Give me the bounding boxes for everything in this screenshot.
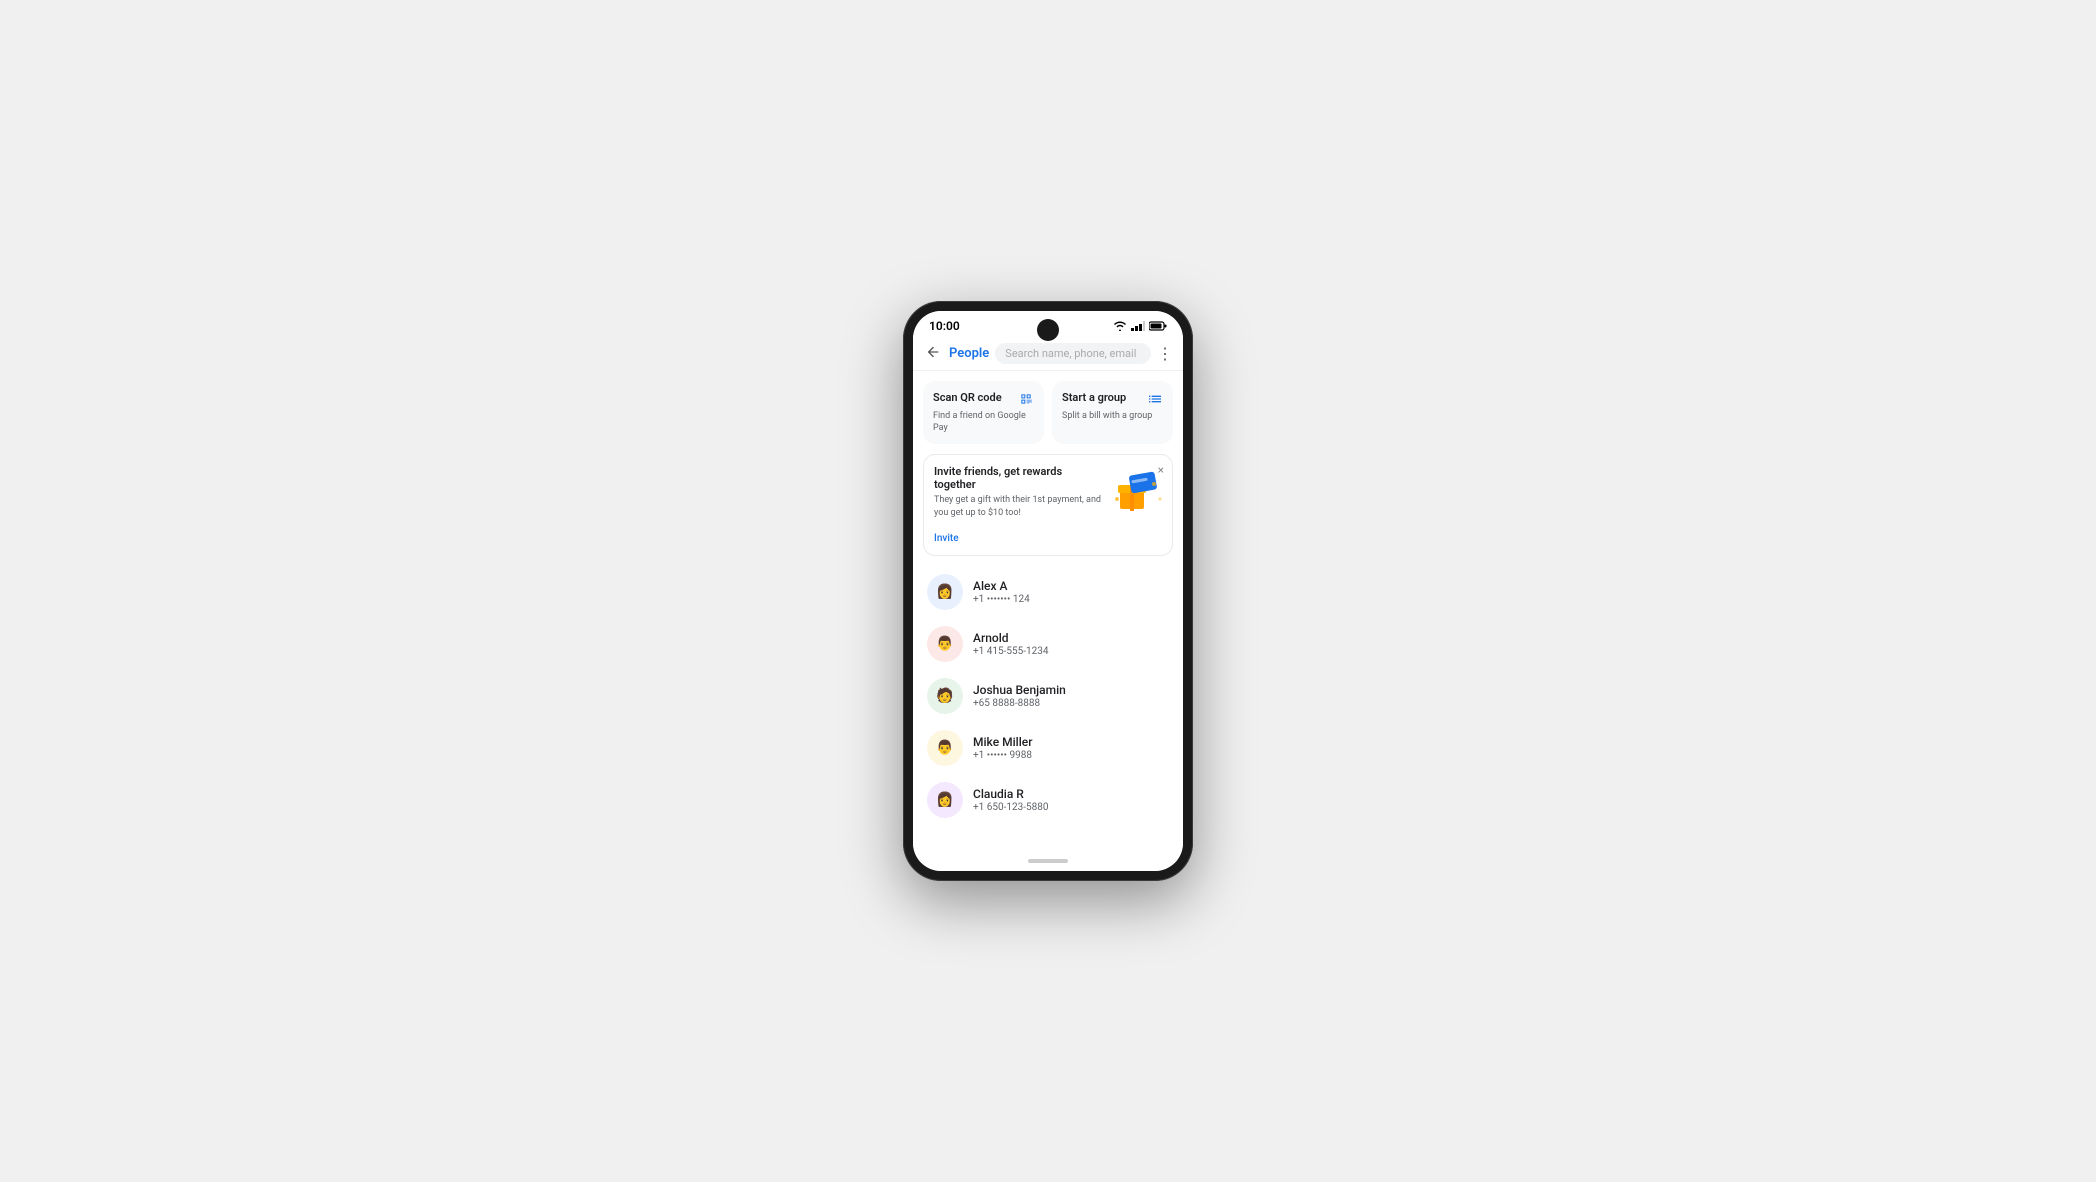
avatar-alex-a: 👩 [927, 574, 963, 610]
invite-close-button[interactable]: × [1158, 463, 1164, 477]
avatar-arnold: 👨 [927, 626, 963, 662]
nav-bar: People Search name, phone, email ⋮ [913, 337, 1183, 371]
contact-name-joshua-benjamin: Joshua Benjamin [973, 683, 1169, 697]
phone-screen: 10:00 [913, 311, 1183, 871]
contact-phone-claudia-r: +1 650-123-5880 [973, 802, 1169, 813]
contact-info-alex-a: Alex A +1 ••••••• 124 [973, 579, 1169, 605]
contact-item-claudia-r[interactable]: 👩 Claudia R +1 650-123-5880 [923, 774, 1173, 826]
start-group-title: Start a group [1062, 391, 1126, 404]
contact-name-arnold: Arnold [973, 631, 1169, 645]
list-icon [1147, 391, 1163, 407]
contact-item-arnold[interactable]: 👨 Arnold +1 415-555-1234 [923, 618, 1173, 670]
contact-name-alex-a: Alex A [973, 579, 1169, 593]
start-group-subtitle: Split a bill with a group [1062, 411, 1163, 423]
invite-text-area: Invite friends, get rewards together The… [934, 465, 1104, 544]
people-label: People [949, 346, 989, 361]
wifi-icon [1113, 321, 1127, 331]
avatar-mike-miller: 👨 [927, 730, 963, 766]
scan-qr-title: Scan QR code [933, 391, 1002, 404]
qr-icon [1018, 391, 1034, 407]
start-group-card[interactable]: Start a group Split a bill with a group [1052, 381, 1173, 444]
home-indicator [1028, 859, 1068, 863]
bottom-bar [913, 851, 1183, 871]
content-area: Scan QR code Find a friend on Google Pay… [913, 371, 1183, 851]
contact-item-alex-a[interactable]: 👩 Alex A +1 ••••••• 124 [923, 566, 1173, 618]
start-group-header: Start a group [1062, 391, 1163, 407]
invite-illustration [1112, 469, 1162, 519]
contact-name-claudia-r: Claudia R [973, 787, 1169, 801]
signal-icon [1131, 321, 1145, 331]
scan-qr-subtitle: Find a friend on Google Pay [933, 411, 1034, 434]
contact-phone-mike-miller: +1 •••••• 9988 [973, 750, 1169, 761]
contact-info-joshua-benjamin: Joshua Benjamin +65 8888-8888 [973, 683, 1169, 709]
camera-dot [1037, 319, 1059, 341]
contact-phone-joshua-benjamin: +65 8888-8888 [973, 698, 1169, 709]
contact-phone-arnold: +1 415-555-1234 [973, 646, 1169, 657]
avatar-joshua-benjamin: 🧑 [927, 678, 963, 714]
contact-info-claudia-r: Claudia R +1 650-123-5880 [973, 787, 1169, 813]
scan-qr-card[interactable]: Scan QR code Find a friend on Google Pay [923, 381, 1044, 444]
phone-device: 10:00 [903, 301, 1193, 881]
back-button[interactable] [923, 344, 943, 364]
contact-name-mike-miller: Mike Miller [973, 735, 1169, 749]
action-cards: Scan QR code Find a friend on Google Pay… [923, 381, 1173, 444]
invite-title: Invite friends, get rewards together [934, 465, 1104, 491]
contact-info-mike-miller: Mike Miller +1 •••••• 9988 [973, 735, 1169, 761]
contact-list: 👩 Alex A +1 ••••••• 124 👨 Arnold +1 415-… [923, 566, 1173, 826]
contact-item-mike-miller[interactable]: 👨 Mike Miller +1 •••••• 9988 [923, 722, 1173, 774]
avatar-claudia-r: 👩 [927, 782, 963, 818]
contact-item-joshua-benjamin[interactable]: 🧑 Joshua Benjamin +65 8888-8888 [923, 670, 1173, 722]
scan-qr-header: Scan QR code [933, 391, 1034, 407]
invite-banner: Invite friends, get rewards together The… [923, 454, 1173, 555]
invite-cta-link[interactable]: Invite [934, 533, 959, 544]
contact-phone-alex-a: +1 ••••••• 124 [973, 594, 1169, 605]
battery-icon [1149, 321, 1167, 331]
invite-subtitle: They get a gift with their 1st payment, … [934, 494, 1104, 519]
status-icons [1113, 321, 1167, 331]
contact-info-arnold: Arnold +1 415-555-1234 [973, 631, 1169, 657]
search-input[interactable]: Search name, phone, email [995, 343, 1151, 364]
more-icon[interactable]: ⋮ [1157, 344, 1173, 363]
status-time: 10:00 [929, 319, 960, 333]
